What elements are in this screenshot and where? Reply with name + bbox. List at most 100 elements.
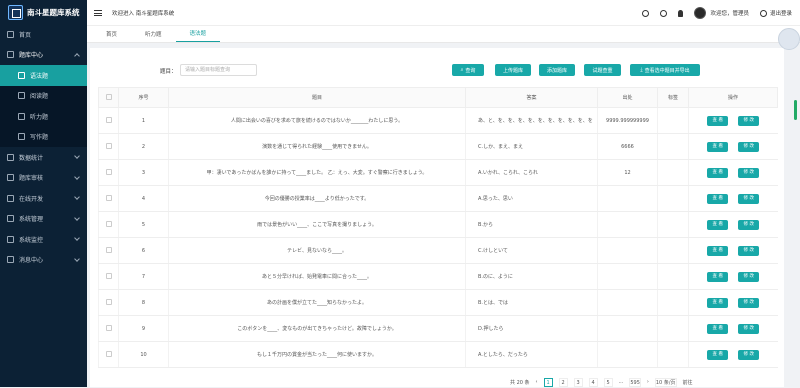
table-row: 10 もし１千万円の賞金が当たった____何に使いますか。 A.としたら、だったら 查…	[98, 341, 778, 368]
main-panel: 题目： 请输入题目标题查询 ⌕ 查询 上传题库 添加题库 试题查重 ⤓ 查看选中题目…	[90, 48, 784, 387]
table-row: 3 甲：凄いであったかばんを誰かに持って____ました。 乙：えっ、大変。すぐ警察…	[98, 159, 778, 186]
bell-icon[interactable]	[678, 9, 684, 17]
row-checkbox[interactable]	[105, 247, 112, 254]
row-actions: 查 看修 改	[688, 237, 778, 264]
sidebar-item-system[interactable]: 系统管理	[0, 209, 87, 230]
view-button[interactable]: 查 看	[707, 193, 729, 204]
app-logo[interactable]: 南斗星题库系统	[0, 0, 87, 24]
view-button[interactable]: 查 看	[707, 245, 729, 256]
page-last[interactable]: 595	[629, 377, 641, 387]
view-button[interactable]: 查 看	[707, 115, 729, 126]
add-bank-button[interactable]: 添加题库	[539, 64, 575, 76]
search-icon[interactable]	[642, 9, 650, 17]
help-icon[interactable]	[660, 9, 668, 17]
chart-icon	[7, 153, 14, 161]
page-size-select[interactable]: 10 条/页	[654, 377, 677, 387]
table-row: 1 人間に出会いの喜びを求めて旅を続けるのではないか_______わたしに思う。あ…	[98, 107, 778, 134]
edit-button[interactable]: 修 改	[738, 219, 760, 230]
prev-page-icon[interactable]: ‹	[536, 379, 538, 385]
row-source	[597, 237, 658, 264]
row-checkbox[interactable]	[105, 299, 112, 306]
row-checkbox[interactable]	[105, 351, 112, 358]
row-no: 10	[118, 341, 169, 368]
settings-icon	[7, 215, 14, 223]
edit-button[interactable]: 修 改	[738, 349, 760, 360]
export-selected-button[interactable]: ⤓ 查看选中题目并导出	[630, 64, 700, 76]
sidebar-item-question-bank[interactable]: 题库中心	[0, 45, 87, 66]
page-5[interactable]: 5	[603, 377, 613, 387]
sidebar-item-home[interactable]: 首页	[0, 24, 87, 45]
edit-button[interactable]: 修 改	[738, 245, 760, 256]
sidebar-item-label: 阅读题	[30, 93, 49, 101]
view-button[interactable]: 查 看	[707, 167, 729, 178]
page-3[interactable]: 3	[573, 377, 583, 387]
row-tag	[657, 133, 689, 160]
app-title: 南斗星题库系统	[27, 7, 80, 17]
row-answer: B.から	[465, 211, 598, 238]
view-button[interactable]: 查 看	[707, 219, 729, 230]
edit-button[interactable]: 修 改	[738, 271, 760, 282]
scrollbar-thumb[interactable]	[794, 100, 797, 120]
doc-icon	[18, 71, 25, 79]
view-button[interactable]: 查 看	[707, 349, 729, 360]
edit-button[interactable]: 修 改	[738, 323, 760, 334]
menu-toggle-icon[interactable]	[94, 9, 102, 16]
page-4[interactable]: 4	[588, 377, 598, 387]
logout-button[interactable]: 退出登录	[759, 9, 792, 17]
sidebar-item-listening[interactable]: 听力题	[0, 106, 87, 127]
sidebar-item-messages[interactable]: 消息中心	[0, 250, 87, 271]
row-source	[597, 289, 658, 316]
sidebar-item-stats[interactable]: 数据统计	[0, 147, 87, 168]
view-button[interactable]: 查 看	[707, 141, 729, 152]
upload-bank-button[interactable]: 上传题库	[495, 64, 531, 76]
user-menu[interactable]: 欢迎您，管理员	[694, 7, 749, 19]
row-answer: あ、と、を、を、を、を、を、を、を、を、を、を	[465, 107, 598, 134]
sidebar-item-monitor[interactable]: 系统监控	[0, 229, 87, 250]
edit-button[interactable]: 修 改	[738, 141, 760, 152]
sidebar-item-label: 系统管理	[19, 216, 44, 224]
query-label: 查询	[465, 67, 476, 74]
sidebar-item-label: 语法题	[30, 72, 49, 80]
page-ellipsis[interactable]: ...	[619, 379, 624, 385]
page-1[interactable]: 1	[543, 377, 553, 387]
row-question: このボタンを____、変なものが出てきちゃったけど。故障でしょうか。	[168, 315, 466, 342]
view-button[interactable]: 查 看	[707, 271, 729, 282]
sidebar: 南斗星题库系统 首页 题库中心 语法题 阅读题 听力题 写作题 数据统计 题库审…	[0, 0, 87, 387]
tab-listening[interactable]: 听力题	[131, 30, 176, 42]
tab-home[interactable]: 首页	[92, 30, 131, 42]
row-source: 9999.999999999	[597, 107, 658, 134]
row-no: 5	[118, 211, 169, 238]
row-tag	[657, 159, 689, 186]
edit-button[interactable]: 修 改	[738, 167, 760, 178]
edit-button[interactable]: 修 改	[738, 297, 760, 308]
check-duplicate-button[interactable]: 试题查重	[584, 64, 621, 76]
sidebar-item-dev[interactable]: 在线开发	[0, 188, 87, 209]
sidebar-item-reading[interactable]: 阅读题	[0, 86, 87, 107]
row-checkbox[interactable]	[105, 143, 112, 150]
floating-avatar[interactable]	[778, 28, 800, 50]
row-checkbox[interactable]	[105, 273, 112, 280]
row-checkbox[interactable]	[105, 195, 112, 202]
query-button[interactable]: ⌕ 查询	[452, 64, 484, 76]
view-button[interactable]: 查 看	[707, 297, 729, 308]
row-select-cell	[98, 211, 119, 238]
row-checkbox[interactable]	[105, 221, 112, 228]
row-checkbox[interactable]	[105, 117, 112, 124]
tab-grammar[interactable]: 语法题	[175, 29, 221, 42]
sidebar-item-audit[interactable]: 题库审核	[0, 168, 87, 189]
row-select-cell	[98, 341, 119, 368]
chevron-down-icon	[74, 153, 80, 159]
sidebar-item-grammar[interactable]: 语法题	[0, 65, 87, 86]
row-checkbox[interactable]	[105, 325, 112, 332]
row-question: もし１千万円の賞金が当たった____何に使いますか。	[168, 341, 466, 368]
sidebar-item-writing[interactable]: 写作题	[0, 127, 87, 148]
page-2[interactable]: 2	[558, 377, 568, 387]
select-all-checkbox[interactable]	[105, 94, 112, 101]
question-search-input[interactable]: 请输入题目标题查询	[180, 64, 257, 76]
next-page-icon[interactable]: ›	[647, 379, 649, 385]
view-button[interactable]: 查 看	[707, 323, 729, 334]
edit-button[interactable]: 修 改	[738, 193, 760, 204]
row-checkbox[interactable]	[105, 169, 112, 176]
row-answer: A.思った、思い	[465, 185, 598, 212]
edit-button[interactable]: 修 改	[738, 115, 760, 126]
